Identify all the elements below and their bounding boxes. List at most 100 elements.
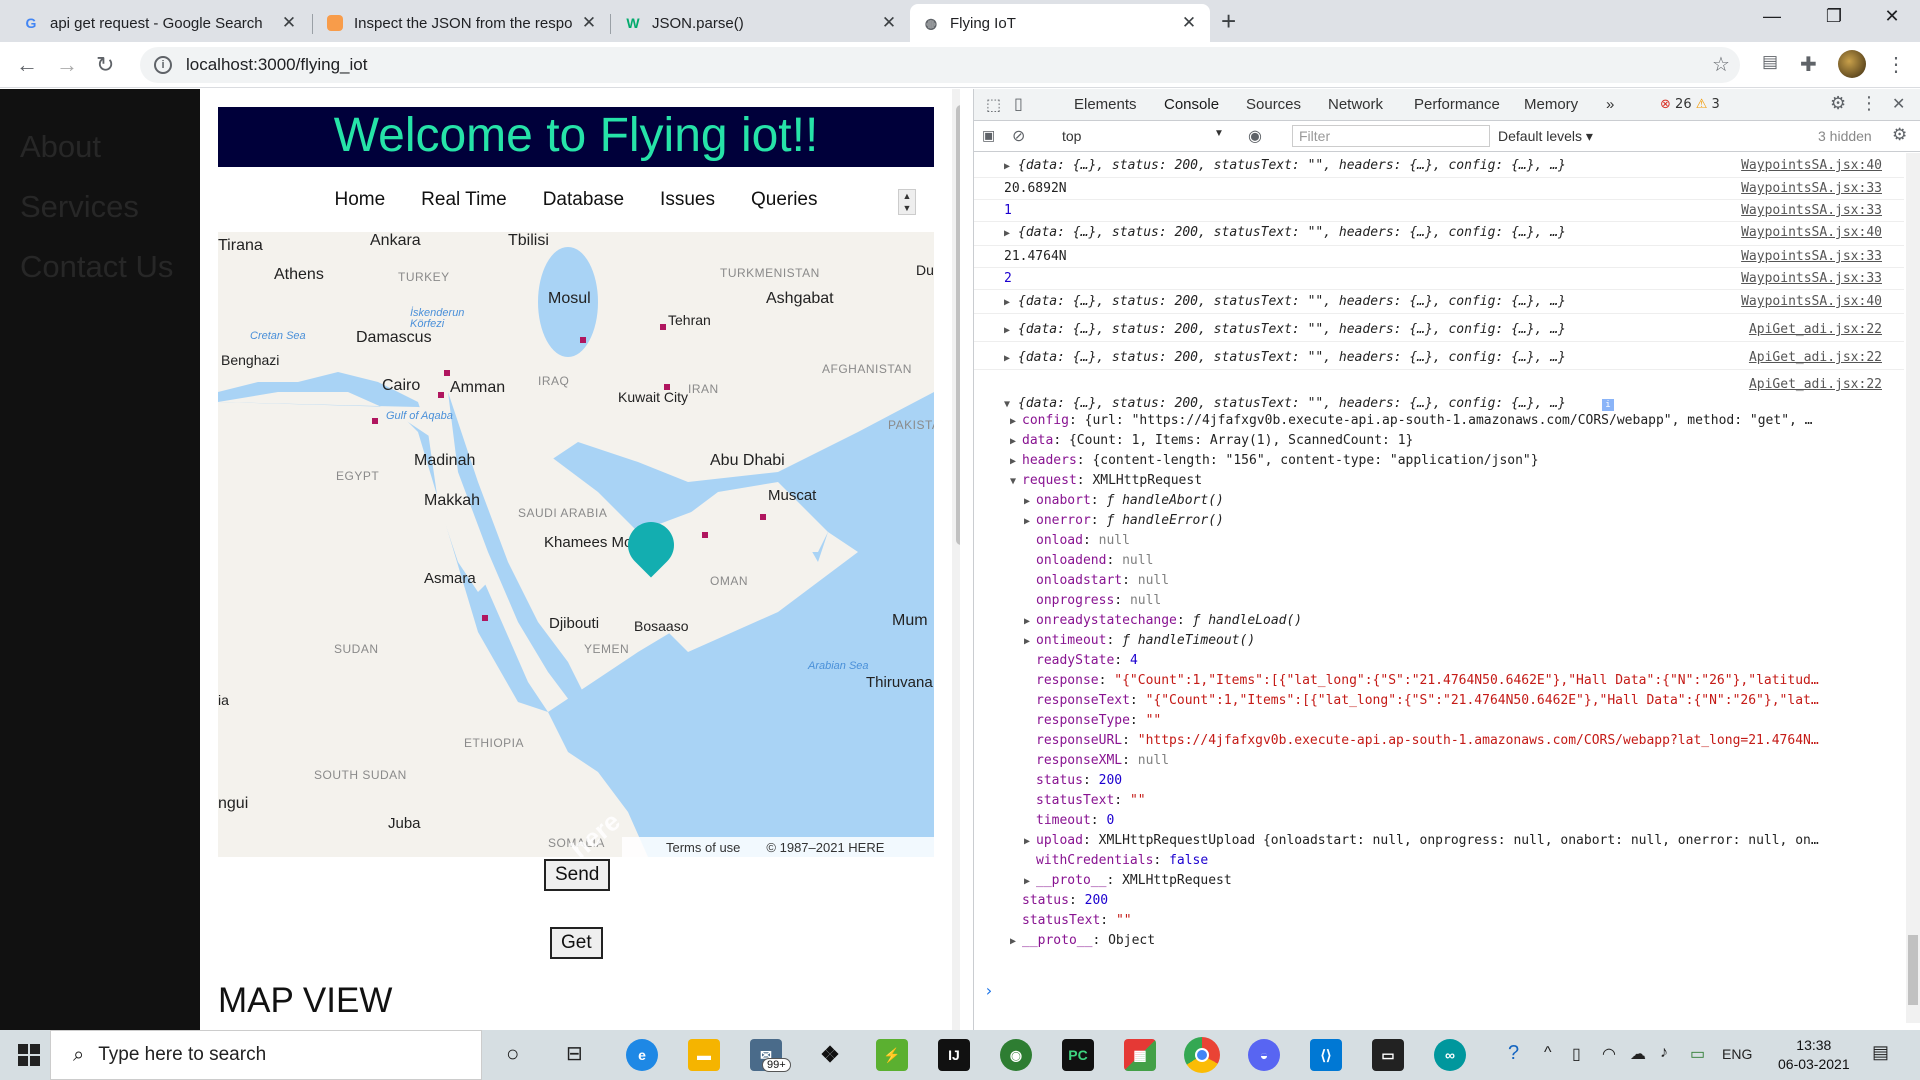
onedrive-icon[interactable]: ☁ bbox=[1630, 1044, 1646, 1064]
battery-icon[interactable]: ▭ bbox=[1690, 1044, 1705, 1064]
object-property-row[interactable]: ▶ headers: {content-length: "156", conten… bbox=[1010, 453, 1910, 468]
expand-arrow-icon[interactable]: ▶ bbox=[1024, 836, 1036, 847]
volume-icon[interactable]: ♪ bbox=[1660, 1044, 1668, 1062]
file-explorer-icon[interactable]: ▬ bbox=[688, 1039, 720, 1071]
menu-database[interactable]: Database bbox=[543, 189, 624, 211]
console-settings-icon[interactable]: ⚙ bbox=[1892, 125, 1907, 145]
console-scrollbar[interactable] bbox=[1906, 153, 1920, 1023]
expand-arrow-icon[interactable]: ▶ bbox=[1024, 516, 1036, 527]
object-property-row[interactable]: ▶ onreadystatechange: ƒ handleLoad() bbox=[1024, 613, 1920, 628]
expand-arrow-icon[interactable]: ▶ bbox=[1004, 353, 1010, 364]
console-prompt-icon[interactable]: › bbox=[984, 981, 994, 1000]
context-dropdown-icon[interactable]: ▼ bbox=[1214, 128, 1224, 139]
devtools-more-tabs[interactable]: » bbox=[1606, 96, 1614, 113]
log-source-link[interactable]: WaypointsSA.jsx:33 bbox=[1741, 181, 1882, 196]
language-indicator[interactable]: ENG bbox=[1722, 1046, 1752, 1062]
taskbar-search[interactable]: ⌕ Type here to search bbox=[50, 1030, 482, 1080]
expand-arrow-icon[interactable]: ▶ bbox=[1010, 436, 1022, 447]
info-icon[interactable]: i bbox=[154, 56, 172, 74]
close-icon[interactable]: ✕ bbox=[1180, 13, 1198, 33]
menu-kebab-icon[interactable]: ⋮ bbox=[1886, 52, 1906, 77]
expand-arrow-icon[interactable]: ▶ bbox=[1010, 936, 1022, 947]
sidenav-about[interactable]: About bbox=[20, 129, 101, 165]
expand-arrow-icon[interactable]: ▶ bbox=[1010, 416, 1022, 427]
back-icon[interactable]: ← bbox=[16, 52, 38, 78]
log-source-link[interactable]: ApiGet_adi.jsx:22 bbox=[1749, 350, 1882, 365]
log-row[interactable]: 1 WaypointsSA.jsx:33 bbox=[974, 203, 1904, 223]
log-row[interactable]: 21.4764N WaypointsSA.jsx:33 bbox=[974, 249, 1904, 269]
reader-icon[interactable]: ▤ bbox=[1762, 52, 1778, 72]
windows-start-icon[interactable] bbox=[18, 1044, 40, 1066]
log-row[interactable]: ▶ {data: {…}, status: 200, statusText: ""… bbox=[974, 294, 1904, 314]
sidebar-toggle-icon[interactable]: ▣ bbox=[982, 127, 995, 144]
log-source-link[interactable]: WaypointsSA.jsx:33 bbox=[1741, 271, 1882, 286]
expand-arrow-icon[interactable]: ▶ bbox=[1024, 876, 1036, 887]
menu-home[interactable]: Home bbox=[334, 189, 385, 211]
intellij-icon[interactable]: IJ bbox=[938, 1039, 970, 1071]
context-selector[interactable]: top bbox=[1062, 128, 1081, 144]
log-source-link[interactable]: WaypointsSA.jsx:40 bbox=[1741, 294, 1882, 309]
collapse-arrow-icon[interactable]: ▼ bbox=[1010, 476, 1022, 487]
address-bar[interactable]: i localhost:3000/flying_iot bbox=[140, 47, 1740, 83]
clock[interactable]: 13:38 06-03-2021 bbox=[1778, 1036, 1850, 1074]
log-row[interactable]: ▶ {data: {…}, status: 200, statusText: ""… bbox=[974, 322, 1904, 342]
sidenav-contact[interactable]: Contact Us bbox=[20, 249, 173, 285]
log-levels-dropdown[interactable]: Default levels ▾ bbox=[1498, 128, 1593, 145]
log-row[interactable]: 20.6892N WaypointsSA.jsx:33 bbox=[974, 181, 1904, 201]
devtools-tab-sources[interactable]: Sources bbox=[1246, 96, 1301, 113]
profile-avatar[interactable] bbox=[1838, 50, 1866, 78]
devtools-menu-icon[interactable]: ⋮ bbox=[1860, 93, 1878, 114]
new-tab-button[interactable]: + bbox=[1221, 6, 1236, 37]
inspect-icon[interactable]: ⬚ bbox=[986, 95, 1001, 114]
map[interactable]: Tirana Ankara Tbilisi Athens Mosul Ashga… bbox=[218, 232, 934, 857]
forward-icon[interactable]: → bbox=[56, 52, 78, 78]
scroll-spinner[interactable]: ▲ ▼ bbox=[898, 189, 916, 215]
dropbox-icon[interactable]: ❖ bbox=[814, 1039, 846, 1071]
help-icon[interactable]: ? bbox=[1508, 1042, 1519, 1065]
devtools-tab-elements[interactable]: Elements bbox=[1074, 96, 1137, 113]
tab-json-parse[interactable]: W JSON.parse() ✕ bbox=[612, 4, 910, 42]
page-scrollbar-thumb[interactable] bbox=[956, 105, 960, 545]
discord-icon[interactable]: ◒ bbox=[1248, 1039, 1280, 1071]
terms-of-use-link[interactable]: Terms of use bbox=[666, 840, 740, 855]
devtools-tab-performance[interactable]: Performance bbox=[1414, 96, 1500, 113]
notifications-icon[interactable]: ▤ bbox=[1872, 1042, 1889, 1063]
object-property-row[interactable]: ▼ request: XMLHttpRequest bbox=[1010, 473, 1910, 488]
sidenav-services[interactable]: Services bbox=[20, 189, 139, 225]
minimize-button[interactable]: — bbox=[1752, 6, 1792, 27]
edge-icon[interactable]: e bbox=[626, 1039, 658, 1071]
console-scrollbar-thumb[interactable] bbox=[1908, 935, 1918, 1005]
app-green-icon[interactable]: ⚡ bbox=[876, 1039, 908, 1071]
log-row[interactable]: ▶ {data: {…}, status: 200, statusText: ""… bbox=[974, 158, 1904, 178]
device-icon[interactable]: ▯ bbox=[1572, 1044, 1581, 1064]
expand-arrow-icon[interactable]: ▶ bbox=[1010, 456, 1022, 467]
menu-issues[interactable]: Issues bbox=[660, 189, 715, 211]
bookmark-star-icon[interactable]: ☆ bbox=[1712, 52, 1730, 77]
collapse-arrow-icon[interactable]: ▼ bbox=[1004, 399, 1010, 410]
object-property-row[interactable]: ▶ __proto__: Object bbox=[1010, 933, 1910, 948]
expand-arrow-icon[interactable]: ▶ bbox=[1004, 297, 1010, 308]
devtools-close-icon[interactable]: ✕ bbox=[1892, 94, 1905, 113]
app-colorful-icon[interactable]: ▦ bbox=[1124, 1039, 1156, 1071]
log-source-link[interactable]: ApiGet_adi.jsx:22 bbox=[1749, 322, 1882, 337]
devtools-tab-memory[interactable]: Memory bbox=[1524, 96, 1578, 113]
wifi-icon[interactable]: ◠ bbox=[1602, 1044, 1616, 1064]
expand-arrow-icon[interactable]: ▶ bbox=[1024, 636, 1036, 647]
close-icon[interactable]: ✕ bbox=[280, 13, 298, 33]
show-hidden-icons-chevron-icon[interactable]: ^ bbox=[1544, 1044, 1552, 1062]
expand-arrow-icon[interactable]: ▶ bbox=[1004, 228, 1010, 239]
arduino-icon[interactable]: ∞ bbox=[1434, 1039, 1466, 1071]
devtools-tab-console[interactable]: Console bbox=[1164, 96, 1219, 113]
cortana-icon[interactable]: ○ bbox=[506, 1041, 519, 1067]
object-property-row[interactable]: ▶ onerror: ƒ handleError() bbox=[1024, 513, 1920, 528]
devtools-tab-network[interactable]: Network bbox=[1328, 96, 1383, 113]
send-button[interactable]: Send bbox=[544, 859, 611, 891]
object-property-row[interactable]: ▶ __proto__: XMLHttpRequest bbox=[1024, 873, 1920, 888]
reload-icon[interactable]: ↻ bbox=[96, 52, 114, 78]
chrome-icon[interactable] bbox=[1184, 1037, 1220, 1073]
close-window-button[interactable]: ✕ bbox=[1872, 6, 1912, 27]
object-property-row[interactable]: ▶ onabort: ƒ handleAbort() bbox=[1024, 493, 1920, 508]
log-row[interactable]: ApiGet_adi.jsx:22 bbox=[974, 377, 1904, 397]
pycharm-icon[interactable]: PC bbox=[1062, 1039, 1094, 1071]
tab-flying-iot[interactable]: ◍ Flying IoT ✕ bbox=[910, 4, 1210, 42]
